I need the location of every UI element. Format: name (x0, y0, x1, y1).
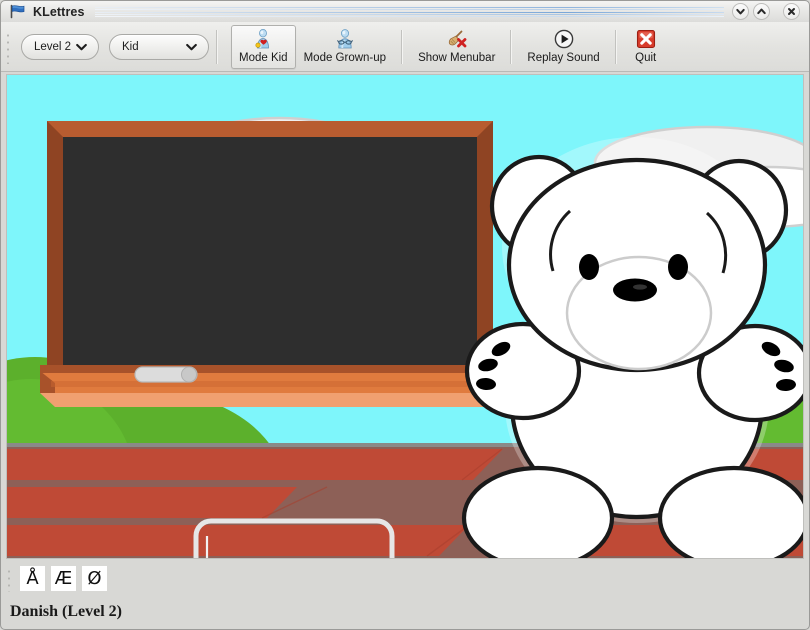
special-char-ae-label: Æ (54, 567, 73, 589)
title-bar-left: KLettres (1, 4, 85, 19)
broom-remove-icon (446, 28, 468, 50)
status-bar: Danish (Level 2) (1, 596, 809, 628)
close-x-icon (786, 6, 797, 17)
chevron-down-icon (186, 43, 208, 51)
main-toolbar: Level 2 Kid Mode Kid Mode Grown-up Show … (1, 22, 809, 72)
title-bar[interactable]: KLettres (1, 1, 809, 22)
scene-artwork (7, 75, 803, 558)
special-char-o-slash-label: Ø (87, 567, 102, 589)
toolbar-separator (216, 29, 218, 64)
show-menubar-label: Show Menubar (418, 51, 496, 64)
mode-select-value: Kid (122, 40, 139, 53)
chevron-up-icon (756, 6, 767, 17)
chevron-down-icon (735, 6, 746, 17)
toolbar-separator (614, 29, 617, 64)
toolbar-separator (401, 29, 404, 64)
mode-kid-button[interactable]: Mode Kid (231, 24, 296, 69)
flag-icon (9, 4, 26, 19)
status-text: Danish (Level 2) (10, 603, 122, 620)
special-char-a-ring-label: Å (26, 567, 39, 589)
replay-sound-label: Replay Sound (527, 51, 600, 64)
title-decoration-lines (94, 5, 724, 19)
close-button[interactable] (783, 3, 800, 20)
special-characters-toolbar: Å Æ Ø (1, 561, 809, 596)
charbar-drag-handle[interactable] (5, 565, 14, 592)
window-title: KLettres (33, 4, 85, 19)
blackboard (40, 121, 499, 407)
child-avatar-icon (252, 28, 274, 50)
show-menubar-button[interactable]: Show Menubar (410, 25, 503, 69)
adult-avatar-icon (334, 28, 356, 50)
window-controls (732, 3, 809, 20)
mode-grownup-button[interactable]: Mode Grown-up (296, 25, 394, 69)
mode-select[interactable]: Kid (109, 33, 209, 60)
quit-x-icon (635, 28, 657, 50)
teddy-bear (461, 137, 803, 558)
game-scene[interactable] (6, 74, 804, 559)
mode-grownup-label: Mode Grown-up (303, 51, 387, 64)
chevron-down-icon (76, 43, 98, 51)
replay-sound-button[interactable]: Replay Sound (519, 25, 607, 69)
quit-button[interactable]: Quit (624, 25, 668, 69)
quit-label: Quit (635, 51, 657, 64)
special-char-ae[interactable]: Æ (51, 566, 76, 591)
play-circle-icon (553, 28, 575, 50)
application-window: KLettres Level 2 Kid Mode Kid Mode Grown… (0, 0, 810, 630)
toolbar-separator (510, 29, 513, 64)
chalk-piece (134, 366, 198, 383)
level-select-value: Level 2 (34, 40, 72, 53)
maximize-button[interactable] (753, 3, 770, 20)
special-char-a-ring[interactable]: Å (20, 566, 45, 591)
special-char-o-slash[interactable]: Ø (82, 566, 107, 591)
minimize-button[interactable] (732, 3, 749, 20)
blackboard-surface (63, 137, 477, 381)
mode-kid-label: Mode Kid (239, 51, 288, 64)
level-select[interactable]: Level 2 (21, 33, 99, 60)
toolbar-drag-handle[interactable] (4, 29, 13, 64)
